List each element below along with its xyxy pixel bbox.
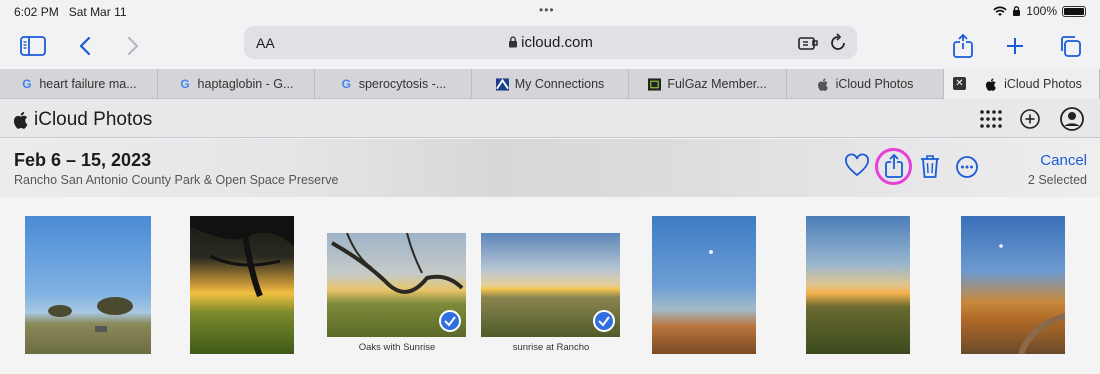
back-icon[interactable] [70,31,100,61]
account-icon[interactable] [1059,106,1085,132]
more-options-icon[interactable] [953,152,981,180]
photo-caption: Oaks with Sunrise [358,342,436,353]
google-icon: G [180,77,190,91]
google-icon: G [341,77,351,91]
tab-sperocytosis[interactable]: Gsperocytosis -... [315,69,472,99]
photo-thumbnail[interactable] [806,216,910,354]
app-title-text: iCloud Photos [34,109,153,130]
lock-rotation-icon [1013,5,1021,16]
forward-icon[interactable] [118,31,148,61]
trash-icon[interactable] [916,152,944,180]
lock-icon [509,36,518,48]
tab-my-connections[interactable]: My Connections [472,69,629,99]
apple-icon [817,78,830,91]
battery-percent: 100% [1026,4,1057,18]
close-tab-icon[interactable]: ✕ [953,77,966,90]
tab-label: iCloud Photos [1004,77,1082,91]
tab-fulgaz[interactable]: FulGaz Member... [629,69,787,99]
address-bar[interactable]: AA icloud.com [244,26,857,59]
share-icon[interactable] [880,152,908,180]
tab-icloud-photos-active[interactable]: iCloud Photos [944,69,1100,99]
photo-thumbnail[interactable] [25,216,151,354]
photo-thumbnail[interactable] [481,233,620,337]
apple-icon [985,78,998,91]
app-title[interactable]: iCloud Photos [14,109,152,131]
tab-label: FulGaz Member... [667,77,767,91]
photo-grid: Oaks with Sunrise sunrise at Rancho [0,197,1100,374]
favorite-heart-icon[interactable] [843,152,871,180]
tab-haptaglobin[interactable]: Ghaptaglobin - G... [158,69,315,99]
cancel-button[interactable]: Cancel [1040,152,1087,169]
selection-bar: Feb 6 – 15, 2023 Rancho San Antonio Coun… [0,139,1100,197]
reload-icon[interactable] [827,32,849,54]
tab-label: My Connections [514,77,605,91]
tab-overview-icon[interactable] [1055,31,1085,61]
share-page-icon[interactable] [948,31,978,61]
url-text: icloud.com [521,34,593,51]
add-icon[interactable] [1017,106,1043,132]
tab-label: haptaglobin - G... [197,77,294,91]
photo-caption: sunrise at Rancho [512,342,590,353]
multitasking-dots-icon[interactable]: ••• [539,3,555,17]
status-time: 6:02 PM Sat Mar 11 [14,5,127,19]
selected-check-icon [593,310,615,332]
location-subtitle: Rancho San Antonio County Park & Open Sp… [14,173,339,187]
photo-thumbnail[interactable] [327,233,466,337]
selected-check-icon [439,310,461,332]
connections-icon [495,77,509,91]
date-range-title: Feb 6 – 15, 2023 [14,150,152,170]
photo-thumbnail[interactable] [961,216,1065,354]
browser-toolbar: AA icloud.com [0,24,1100,68]
status-date: Sat Mar 11 [68,5,127,19]
extensions-icon[interactable] [797,32,819,54]
url-field[interactable]: icloud.com [244,34,857,51]
photo-thumbnail[interactable] [190,216,294,354]
status-bar: 6:02 PM Sat Mar 11 ••• 100% [0,0,1100,24]
apple-logo-icon [14,111,28,129]
tab-bar: Gheart failure ma... Ghaptaglobin - G...… [0,69,1100,99]
sidebar-toggle-icon[interactable] [18,31,48,61]
battery-icon [1062,5,1086,17]
status-indicators: 100% [993,4,1086,18]
fulgaz-icon [648,77,662,91]
tab-label: heart failure ma... [39,77,137,91]
wifi-icon [993,6,1007,16]
selected-count: 2 Selected [1027,173,1087,187]
app-header: iCloud Photos [0,99,1100,138]
tab-label: sperocytosis -... [358,77,447,91]
new-tab-icon[interactable] [1000,31,1030,61]
tab-icloud-photos[interactable]: iCloud Photos [787,69,944,99]
tab-heart-failure[interactable]: Gheart failure ma... [0,69,158,99]
google-icon: G [22,77,32,91]
photo-thumbnail[interactable] [652,216,756,354]
app-grid-icon[interactable] [977,106,1003,132]
tab-label: iCloud Photos [835,77,914,91]
